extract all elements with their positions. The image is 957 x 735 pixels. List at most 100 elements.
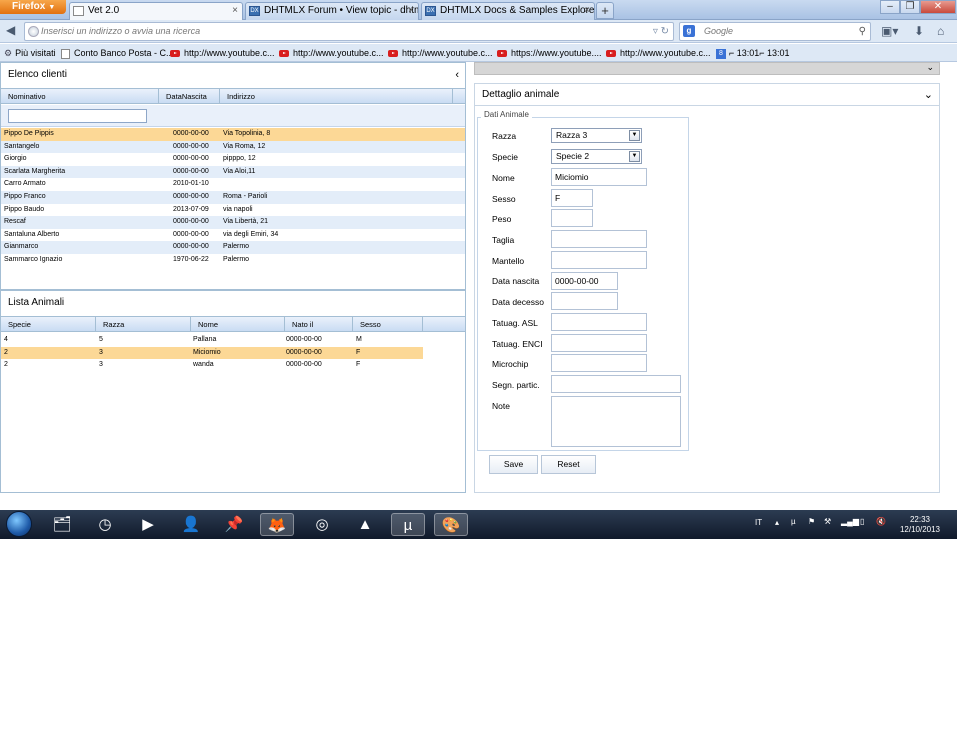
bookmark-most-visited[interactable]: ⚙ Più visitati [4, 44, 56, 62]
column-header-sesso[interactable]: Sesso [353, 317, 423, 332]
vlc-icon[interactable]: ▲ [348, 513, 382, 536]
bookmark-label: http://www.youtube.c... [293, 48, 384, 58]
home-icon[interactable]: ⌂ [937, 24, 944, 38]
peso-field[interactable] [551, 209, 593, 227]
language-indicator[interactable]: IT [755, 518, 762, 527]
table-row[interactable]: Rescaf 0000-00-00 Via Libertà, 21 [1, 216, 465, 229]
table-row[interactable]: 2 3 Miciomio 0000-00-00 F [1, 346, 423, 360]
save-button[interactable]: Save [489, 455, 538, 474]
chevron-down-icon: ▼ [48, 4, 56, 11]
pin-icon[interactable]: 📌 [217, 513, 251, 536]
search-icon[interactable]: ⚲ [859, 23, 866, 40]
table-row[interactable]: Pippo Franco 0000-00-00 Roma - Parioli [1, 191, 465, 204]
name-filter-input[interactable] [8, 109, 147, 123]
utorrent-tray-icon[interactable]: µ [791, 517, 796, 526]
battery-icon[interactable]: ▯ [860, 517, 864, 526]
mantello-field[interactable] [551, 251, 647, 269]
taglia-field[interactable] [551, 230, 647, 248]
close-tab-icon[interactable]: × [408, 3, 414, 19]
maximize-button[interactable]: ❐ [900, 0, 920, 14]
column-header-datanascita[interactable]: DataNascita [159, 89, 220, 104]
sesso-field[interactable]: F [551, 189, 593, 207]
table-row[interactable]: Santaluna Alberto 0000-00-00 via degli Emi… [1, 229, 465, 242]
data-decesso-label: Data decesso [492, 297, 544, 307]
bookmark-youtube-4[interactable]: https://www.youtube.... [497, 44, 602, 62]
table-row[interactable]: 4 5 Pallana 0000-00-00 M [1, 334, 423, 347]
chevron-down-icon[interactable]: ⌄ [924, 84, 933, 106]
microchip-field[interactable] [551, 354, 647, 372]
tray-expand-icon[interactable]: ▴ [775, 518, 779, 527]
dropdown-arrow-icon[interactable]: ▼ [629, 130, 640, 141]
cell-nato-il: 0000-00-00 [286, 361, 322, 369]
nome-field[interactable]: Miciomio [551, 168, 647, 186]
column-header-nominativo[interactable]: Nominativo [1, 89, 159, 104]
table-row[interactable]: Carro Armato 2010-01-10 [1, 178, 465, 191]
data-nascita-field[interactable]: 0000-00-00 [551, 272, 618, 290]
collapse-left-icon[interactable]: ‹ [455, 63, 459, 87]
note-textarea[interactable] [551, 396, 681, 447]
chrome-icon[interactable]: ◎ [305, 513, 339, 536]
razza-select[interactable]: Razza 3 ▼ [551, 128, 642, 143]
bookmark-youtube-5[interactable]: http://www.youtube.c... [606, 44, 711, 62]
firefox-menu-button[interactable]: Firefox ▼ [0, 0, 66, 14]
column-header-indirizzo[interactable]: Indirizzo [220, 89, 453, 104]
flag-icon[interactable]: ⚑ [808, 517, 815, 526]
close-window-button[interactable]: ✕ [920, 0, 956, 14]
url-bar[interactable]: Inserisci un indirizzo o avvia una ricer… [24, 22, 674, 41]
close-tab-icon[interactable]: × [584, 3, 590, 19]
close-tab-icon[interactable]: × [232, 3, 238, 19]
column-header-razza[interactable]: Razza [96, 317, 191, 332]
download-icon[interactable]: ⬇ [914, 24, 924, 38]
table-row[interactable]: Giorgio 0000-00-00 pipppo, 12 [1, 153, 465, 166]
table-row[interactable]: Pippo De Pippis 0000-00-00 Via Topolinia, … [1, 128, 465, 141]
tab-dhtmlx-forum[interactable]: DX DHTMLX Forum • View topic - dhtml... … [245, 2, 419, 20]
back-icon[interactable]: ◀ [6, 23, 15, 37]
data-decesso-field[interactable] [551, 292, 618, 310]
table-row[interactable]: 2 3 wanda 0000-00-00 F [1, 359, 423, 372]
youtube-icon [388, 50, 398, 58]
youtube-icon [497, 50, 507, 58]
dropdown-arrow-icon[interactable]: ▼ [629, 151, 640, 162]
table-row[interactable]: Santangelo 0000-00-00 Via Roma, 12 [1, 140, 465, 154]
firefox-icon[interactable]: 🦊 [260, 513, 294, 536]
user-icon[interactable]: 👤 [174, 513, 208, 536]
peso-label: Peso [492, 214, 512, 224]
bookmark-google[interactable]: 8 ⌐ 13:01⌐ 13:01 [716, 44, 790, 62]
bookmark-youtube-3[interactable]: http://www.youtube.c... [388, 44, 493, 62]
bookmark-youtube-2[interactable]: http://www.youtube.c... [279, 44, 384, 62]
column-header-nato-il[interactable]: Nato il [285, 317, 353, 332]
tab-dhtmlx-docs[interactable]: DX DHTMLX Docs & Samples Explorer. D... … [421, 2, 595, 20]
addon-icon[interactable]: ▣▾ [881, 24, 898, 38]
specie-select[interactable]: Specie 2 ▼ [551, 149, 642, 164]
table-row[interactable]: Scarlata Margherita 0000-00-00 Via Aloi,11 [1, 165, 465, 179]
signal-icon[interactable]: ▂▄▆ [841, 517, 859, 526]
chevron-down-icon[interactable]: ⌄ [926, 62, 934, 73]
explorer-icon[interactable]: 🗂 [45, 513, 79, 536]
bookmark-youtube-1[interactable]: http://www.youtube.c... [170, 44, 275, 62]
tatuag-enci-field[interactable] [551, 334, 647, 352]
start-button[interactable] [6, 511, 32, 537]
reset-button[interactable]: Reset [541, 455, 596, 474]
table-row[interactable]: Gianmarco 0000-00-00 Palermo [1, 241, 465, 254]
tatuag-asl-field[interactable] [551, 313, 647, 331]
table-row[interactable]: Sammarco Ignazio 1970-06-22 Palermo [1, 254, 465, 267]
paint-icon[interactable]: 🎨 [434, 513, 468, 536]
search-bar[interactable]: g Google ⚲ [679, 22, 871, 41]
bookmark-banco-posta[interactable]: Conto Banco Posta - C... [61, 44, 174, 62]
reload-icon[interactable]: ▿ ↻ [653, 23, 669, 40]
volume-muted-icon[interactable]: 🔇 [876, 517, 886, 526]
mantello-label: Mantello [492, 256, 525, 266]
tab-vet[interactable]: Vet 2.0 × [69, 2, 243, 20]
bookmark-label: http://www.youtube.c... [620, 48, 711, 58]
table-row[interactable]: Pippo Baudo 2013-07-09 via napoli [1, 204, 465, 217]
clock-app-icon[interactable]: ◷ [88, 513, 122, 536]
column-header-nome[interactable]: Nome [191, 317, 285, 332]
segn-partic-field[interactable] [551, 375, 681, 393]
utorrent-icon[interactable]: µ [391, 513, 425, 536]
media-player-icon[interactable]: ▶ [131, 513, 165, 536]
minimize-button[interactable]: – [880, 0, 900, 14]
new-tab-button[interactable]: + [596, 2, 614, 19]
taskbar-clock[interactable]: 22:33 12/10/2013 [890, 515, 950, 535]
column-header-specie[interactable]: Specie [1, 317, 96, 332]
network-tray-icon[interactable]: ⚒ [824, 517, 831, 526]
